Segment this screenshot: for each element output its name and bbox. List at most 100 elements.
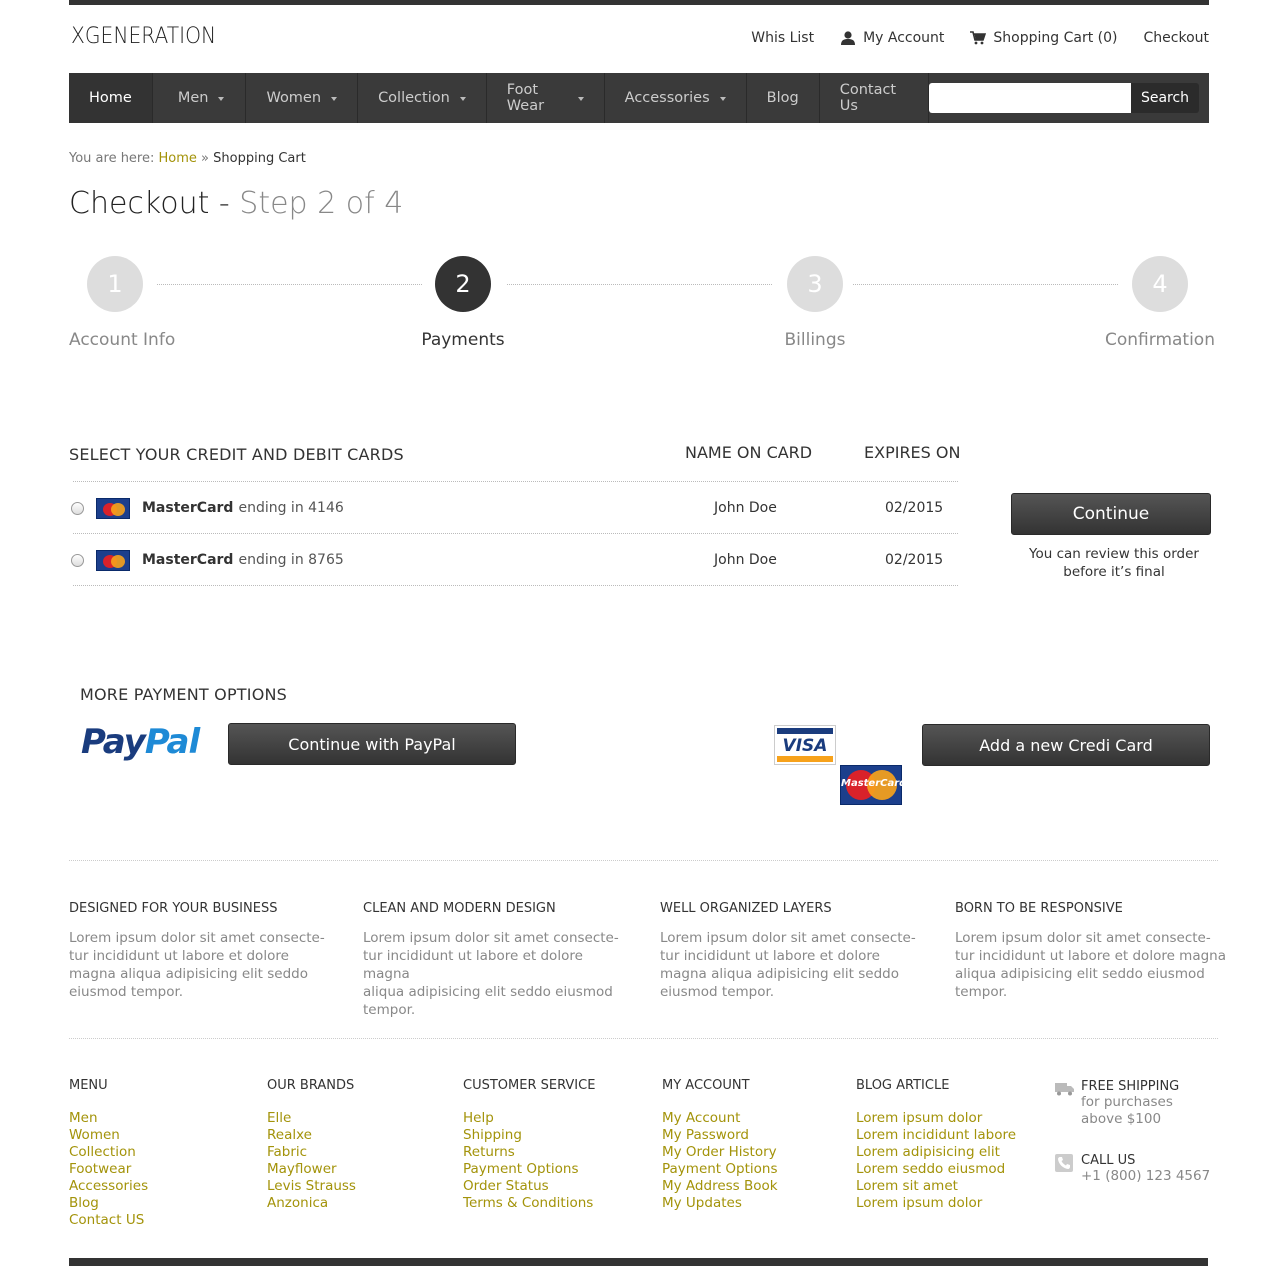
breadcrumb-current: Shopping Cart bbox=[213, 151, 306, 166]
continue-with-paypal-button[interactable]: Continue with PayPal bbox=[228, 723, 516, 765]
search-button[interactable]: Search bbox=[1131, 83, 1199, 113]
shopping-cart-link[interactable]: Shopping Cart (0) bbox=[970, 30, 1118, 46]
footer-link[interactable]: Collection bbox=[69, 1144, 148, 1161]
footer-column-title: CUSTOMER SERVICE bbox=[463, 1078, 596, 1093]
chevron-down-icon bbox=[719, 97, 726, 101]
review-note: You can review this order before it’s fi… bbox=[1011, 545, 1217, 581]
nav-item-home[interactable]: Home bbox=[69, 73, 153, 123]
review-note-line: before it’s final bbox=[1063, 564, 1165, 580]
footer-link[interactable]: Blog bbox=[69, 1195, 148, 1212]
card-radio[interactable] bbox=[71, 553, 84, 567]
footer-account-column: MY ACCOUNT My Account My Password My Ord… bbox=[662, 1078, 778, 1212]
footer-link[interactable]: Shipping bbox=[463, 1127, 595, 1144]
nav-item-footwear[interactable]: Foot Wear bbox=[487, 73, 605, 123]
card-ending: ending in 8765 bbox=[238, 552, 344, 568]
review-note-line: You can review this order bbox=[1029, 546, 1199, 562]
feature-text-line: tur incididunt ut labore et dolore bbox=[660, 948, 880, 964]
footer-link[interactable]: Payment Options bbox=[463, 1161, 595, 1178]
footer-link[interactable]: Terms & Conditions bbox=[463, 1195, 595, 1212]
nav-item-men[interactable]: Men bbox=[153, 73, 247, 123]
nav-label: Women bbox=[266, 90, 322, 106]
footer-brands-column: OUR BRANDS Elle Realxe Fabric Mayflower … bbox=[267, 1078, 356, 1212]
mastercard-icon: MasterCard bbox=[840, 765, 906, 805]
footer-link[interactable]: Elle bbox=[267, 1110, 356, 1127]
footer-link[interactable]: Lorem sit amet bbox=[856, 1178, 1016, 1195]
footer-link[interactable]: Lorem seddo eiusmod bbox=[856, 1161, 1016, 1178]
card-row[interactable]: MasterCard ending in 4146 John Doe 02/20… bbox=[69, 482, 958, 534]
step-payments: 2 Payments bbox=[413, 256, 513, 350]
footer-link[interactable]: Anzonica bbox=[267, 1195, 356, 1212]
shopping-cart-label: Shopping Cart (0) bbox=[993, 30, 1118, 46]
free-shipping-info: FREE SHIPPING for purchases above $100 bbox=[1055, 1079, 1179, 1128]
checkout-link[interactable]: Checkout bbox=[1144, 30, 1210, 46]
nav-item-blog[interactable]: Blog bbox=[747, 73, 820, 123]
footer-link[interactable]: Accessories bbox=[69, 1178, 148, 1195]
my-account-link[interactable]: My Account bbox=[840, 30, 944, 46]
nav-label: Blog bbox=[766, 90, 799, 106]
card-row[interactable]: MasterCard ending in 8765 John Doe 02/20… bbox=[69, 534, 958, 586]
footer-link[interactable]: Mayflower bbox=[267, 1161, 356, 1178]
feature-text-line: aliqua adipisicing elit seddo eiusmod bbox=[955, 966, 1205, 982]
add-new-card-button[interactable]: Add a new Credi Card bbox=[922, 724, 1210, 766]
step-number: 1 bbox=[87, 256, 143, 312]
nav-item-women[interactable]: Women bbox=[246, 73, 359, 123]
continue-button[interactable]: Continue bbox=[1011, 493, 1211, 535]
feature-block: DESIGNED FOR YOUR BUSINESS Lorem ipsum d… bbox=[69, 901, 339, 1001]
name-on-card-header: NAME ON CARD bbox=[685, 443, 813, 462]
feature-text-line: tempor. bbox=[955, 984, 1008, 1000]
phone-icon bbox=[1055, 1154, 1073, 1172]
nav-item-collection[interactable]: Collection bbox=[358, 73, 487, 123]
free-shipping-text: for purchases bbox=[1081, 1094, 1173, 1110]
footer-link[interactable]: Fabric bbox=[267, 1144, 356, 1161]
site-logo[interactable]: XGENERATION bbox=[71, 24, 216, 49]
nav-item-contact-us[interactable]: Contact Us bbox=[820, 73, 929, 123]
breadcrumb-home-link[interactable]: Home bbox=[159, 151, 197, 166]
card-name: John Doe bbox=[714, 552, 777, 568]
feature-text-line: Lorem ipsum dolor sit amet consecte- bbox=[955, 930, 1211, 946]
footer-link[interactable]: Help bbox=[463, 1110, 595, 1127]
footer-link[interactable]: Payment Options bbox=[662, 1161, 778, 1178]
nav-label: Accessories bbox=[624, 90, 710, 106]
footer-link[interactable]: My Account bbox=[662, 1110, 778, 1127]
footer-link[interactable]: Contact US bbox=[69, 1212, 148, 1229]
wishlist-link[interactable]: Whis List bbox=[751, 30, 814, 46]
feature-text-line: tempor. bbox=[363, 1002, 416, 1018]
free-shipping-title: FREE SHIPPING bbox=[1081, 1079, 1180, 1094]
page-title: Checkout - Step 2 of 4 bbox=[69, 186, 403, 221]
step-number: 2 bbox=[435, 256, 491, 312]
feature-text-line: Lorem ipsum dolor sit amet consecte- bbox=[69, 930, 325, 946]
nav-item-accessories[interactable]: Accessories bbox=[605, 73, 747, 123]
footer-link[interactable]: Men bbox=[69, 1110, 148, 1127]
bottom-border bbox=[69, 1258, 1208, 1266]
footer-link[interactable]: Lorem ipsum dolor bbox=[856, 1110, 1016, 1127]
footer-link[interactable]: My Address Book bbox=[662, 1178, 778, 1195]
footer-link[interactable]: Lorem incididunt labore bbox=[856, 1127, 1016, 1144]
more-options-heading: MORE PAYMENT OPTIONS bbox=[80, 685, 288, 704]
user-icon bbox=[841, 31, 856, 45]
footer-link[interactable]: My Password bbox=[662, 1127, 778, 1144]
footer-link[interactable]: Lorem adipisicing elit bbox=[856, 1144, 1016, 1161]
step-account-info: 1 Account Info bbox=[69, 256, 175, 350]
free-shipping-text: above $100 bbox=[1081, 1111, 1162, 1127]
feature-title: DESIGNED FOR YOUR BUSINESS bbox=[69, 901, 278, 916]
call-us-phone: +1 (800) 123 4567 bbox=[1081, 1168, 1211, 1184]
card-radio[interactable] bbox=[71, 501, 84, 515]
nav-label: Collection bbox=[378, 90, 450, 106]
search-input[interactable] bbox=[929, 83, 1131, 113]
feature-text-line: eiusmod tempor. bbox=[660, 984, 775, 1000]
footer-link[interactable]: Footwear bbox=[69, 1161, 148, 1178]
mastercard-icon bbox=[96, 549, 130, 571]
footer-link[interactable]: My Updates bbox=[662, 1195, 778, 1212]
footer-link[interactable]: My Order History bbox=[662, 1144, 778, 1161]
footer-link[interactable]: Order Status bbox=[463, 1178, 595, 1195]
footer-link[interactable]: Levis Strauss bbox=[267, 1178, 356, 1195]
feature-text-line: eiusmod tempor. bbox=[69, 984, 184, 1000]
call-us-info: CALL US +1 (800) 123 4567 bbox=[1055, 1153, 1210, 1185]
footer-link[interactable]: Realxe bbox=[267, 1127, 356, 1144]
wishlist-label: Whis List bbox=[751, 30, 815, 46]
step-connector bbox=[853, 284, 1118, 285]
breadcrumb-prefix: You are here: bbox=[69, 151, 155, 166]
footer-link[interactable]: Women bbox=[69, 1127, 148, 1144]
footer-link[interactable]: Lorem ipsum dolor bbox=[856, 1195, 1016, 1212]
footer-link[interactable]: Returns bbox=[463, 1144, 595, 1161]
